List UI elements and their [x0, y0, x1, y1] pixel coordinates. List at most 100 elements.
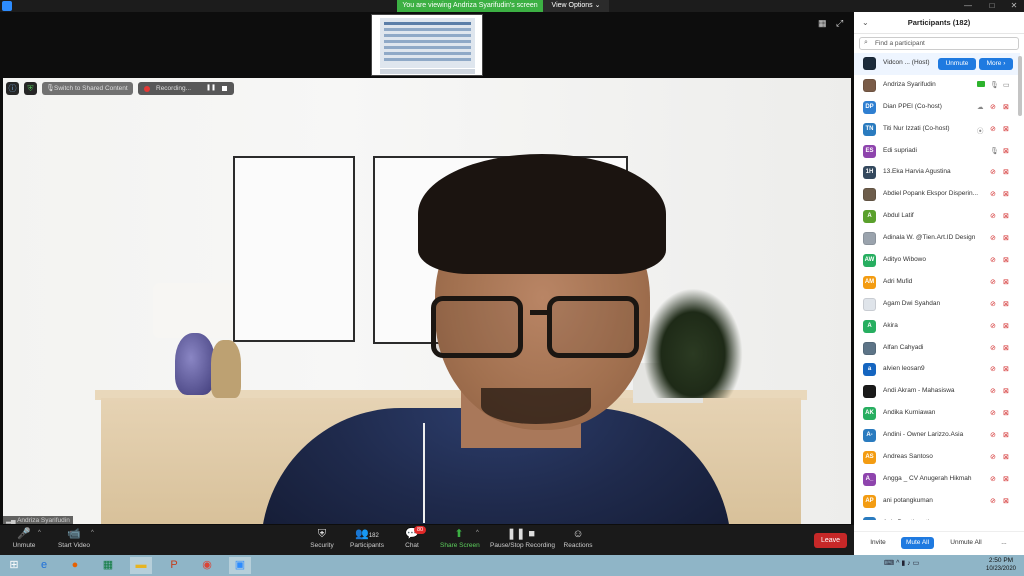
clock-time[interactable]: 2:50 PM — [983, 557, 1019, 564]
camera-off-icon[interactable]: ⊠ — [1003, 147, 1009, 155]
security-button[interactable]: ⛨ Security — [306, 527, 338, 553]
audio-options-chevron-icon[interactable]: ^ — [38, 530, 41, 536]
participant-row[interactable]: Alfan Cahyadi ⊘ ⊠ — [854, 338, 1020, 360]
start-icon[interactable]: ⊞ — [3, 557, 25, 574]
leave-button[interactable]: Leave — [814, 533, 847, 548]
participant-row[interactable]: AP Anis Prastiowati⊘ ⊠ — [854, 513, 1020, 520]
mic-muted-icon[interactable]: ⊘ — [990, 475, 996, 483]
mic-muted-icon[interactable]: ⊘ — [990, 212, 996, 220]
participant-row[interactable]: TN Titi Nur Izzati (Co-host) ⦿ ⊘ ⊠ — [854, 119, 1020, 141]
info-icon[interactable]: ⓘ — [6, 82, 19, 95]
camera-off-icon[interactable]: ⊠ — [1003, 256, 1009, 264]
pause-icon[interactable]: ❚❚ — [206, 85, 216, 92]
participant-row[interactable]: AW Adityo Wibowo ⊘ ⊠ — [854, 250, 1020, 272]
participant-row[interactable]: Abdiel Popank Ekspor Disperin... ⊘ ⊠ — [854, 184, 1020, 206]
stop-icon[interactable] — [222, 86, 227, 91]
participant-row[interactable]: 1H 13.Eka Harvia Agustina ⊘ ⊠ — [854, 162, 1020, 184]
firefox-icon[interactable]: ● — [64, 557, 86, 574]
mic-muted-icon[interactable]: ⊘ — [990, 234, 996, 242]
host-row[interactable]: Vidcon ... (Host) Unmute More › — [854, 53, 1020, 75]
tray-arrow-icon[interactable]: ^ — [896, 560, 899, 567]
mic-muted-icon[interactable]: ⊘ — [990, 344, 996, 352]
participant-row[interactable]: Andi Akram - Mahasiswa ⊘ ⊠ — [854, 381, 1020, 403]
shared-screen-thumbnail[interactable] — [371, 14, 483, 76]
search-input[interactable]: ⌕ Find a participant — [859, 37, 1019, 50]
invite-button[interactable]: Invite — [864, 537, 892, 549]
camera-off-icon[interactable]: ⊠ — [1003, 278, 1009, 286]
participant-row[interactable]: a alvien leosan9 ⊘ ⊠ — [854, 359, 1020, 381]
participant-row[interactable]: A Akira ⊘ ⊠ — [854, 316, 1020, 338]
host-unmute-button[interactable]: Unmute — [938, 58, 976, 70]
mic-muted-icon[interactable]: ⊘ — [990, 256, 996, 264]
participant-row[interactable]: Andriza Syarifudin 🎙 ▭ — [854, 75, 1020, 97]
participant-row[interactable]: AS Andreas Santoso ⊘ ⊠ — [854, 447, 1020, 469]
unmute-all-button[interactable]: Unmute All — [945, 537, 987, 549]
chat-button[interactable]: 💬 80 Chat — [400, 526, 426, 553]
mic-muted-icon[interactable]: ⊘ — [990, 453, 996, 461]
camera-off-icon[interactable]: ⊠ — [1003, 453, 1009, 461]
internet-explorer-icon[interactable]: e — [33, 557, 55, 574]
pause-stop-recording-button[interactable]: ❚❚ ■ Pause/Stop Recording — [490, 527, 555, 553]
mic-muted-icon[interactable]: ⊘ — [990, 190, 996, 198]
camera-off-icon[interactable]: ⊠ — [1003, 103, 1009, 111]
participant-row[interactable]: AM Adri Mufid ⊘ ⊠ — [854, 272, 1020, 294]
mic-on-icon[interactable]: 🎙 — [990, 81, 999, 89]
participant-row[interactable]: A- Andini - Owner Larizzo.Asia ⊘ ⊠ — [854, 425, 1020, 447]
share-options-chevron-icon[interactable]: ^ — [476, 530, 479, 536]
volume-icon[interactable]: ♪ — [907, 560, 911, 567]
video-options-chevron-icon[interactable]: ^ — [91, 530, 94, 536]
participant-row[interactable]: AP ani potangkuman ⊘ ⊠ — [854, 491, 1020, 513]
maximize-button[interactable]: □ — [984, 0, 1000, 12]
camera-off-icon[interactable]: ⊠ — [1003, 212, 1009, 220]
mic-muted-icon[interactable]: ⊘ — [990, 387, 996, 395]
fullscreen-icon[interactable]: ⤢ — [836, 18, 848, 28]
clock-date[interactable]: 10/23/2020 — [983, 566, 1019, 572]
zoom-taskbar-icon[interactable]: ▣ — [229, 557, 251, 574]
unmute-button[interactable]: 🎤 Unmute — [8, 527, 40, 553]
mic-muted-icon[interactable]: ⊘ — [990, 322, 996, 330]
camera-off-icon[interactable]: ⊠ — [1003, 519, 1009, 521]
more-options-button[interactable]: ... — [997, 537, 1011, 549]
mic-muted-icon[interactable]: ⊘ — [990, 365, 996, 373]
camera-off-icon[interactable]: ⊠ — [1003, 431, 1009, 439]
mic-muted-icon[interactable]: ⊘ — [990, 103, 996, 111]
spreadsheet-app-icon[interactable]: ▦ — [97, 557, 119, 574]
gallery-view-icon[interactable]: ▦ — [818, 18, 830, 28]
camera-off-icon[interactable]: ⊠ — [1003, 125, 1009, 133]
camera-off-icon[interactable]: ⊠ — [1003, 234, 1009, 242]
switch-to-shared-content-button[interactable]: 🎙 Switch to Shared Content — [42, 82, 133, 95]
start-video-button[interactable]: 📹 Start Video — [54, 527, 94, 553]
participants-button[interactable]: 👥182 Participants — [348, 527, 386, 553]
camera-off-icon[interactable]: ⊠ — [1003, 475, 1009, 483]
keyboard-icon[interactable]: ⌨ — [884, 560, 894, 567]
mic-muted-icon[interactable]: ⊘ — [990, 278, 996, 286]
camera-off-icon[interactable]: ⊠ — [1003, 497, 1009, 505]
mic-muted-icon[interactable]: ⊘ — [990, 431, 996, 439]
battery-icon[interactable]: ▭ — [913, 560, 920, 567]
camera-off-icon[interactable]: ⊠ — [1003, 409, 1009, 417]
participant-row[interactable]: A Abdul Latif ⊘ ⊠ — [854, 206, 1020, 228]
mic-muted-icon[interactable]: ⊘ — [990, 300, 996, 308]
chrome-icon[interactable]: ◉ — [196, 557, 218, 574]
powerpoint-icon[interactable]: P — [163, 557, 185, 574]
participant-row[interactable]: ES Edi supriadi 🎙 ⊠ — [854, 141, 1020, 163]
participant-row[interactable]: AK Andika Kurniawan ⊘ ⊠ — [854, 403, 1020, 425]
mic-on-icon[interactable]: 🎙 — [990, 147, 999, 155]
mic-muted-icon[interactable]: ⊘ — [990, 519, 996, 521]
camera-off-icon[interactable]: ⊠ — [1003, 190, 1009, 198]
participant-row[interactable]: A_ Angga _ CV Anugerah Hikmah ⊘ ⊠ — [854, 469, 1020, 491]
participant-row[interactable]: Agam Dwi Syahdan ⊘ ⊠ — [854, 294, 1020, 316]
participant-row[interactable]: Adinala W. @Tien.Art.ID Design ⊘ ⊠ — [854, 228, 1020, 250]
camera-off-icon[interactable]: ⊠ — [1003, 365, 1009, 373]
mic-muted-icon[interactable]: ⊘ — [990, 409, 996, 417]
file-explorer-icon[interactable]: ▬ — [130, 557, 152, 574]
mute-all-button[interactable]: Mute All — [901, 537, 934, 549]
list-scrollbar[interactable] — [1018, 56, 1022, 116]
camera-off-icon[interactable]: ⊠ — [1003, 344, 1009, 352]
mic-muted-icon[interactable]: ⊘ — [990, 168, 996, 176]
close-button[interactable]: ✕ — [1006, 0, 1022, 12]
camera-off-icon[interactable]: ⊠ — [1003, 322, 1009, 330]
minimize-button[interactable]: — — [960, 0, 976, 12]
participant-row[interactable]: DP Dian PPEI (Co-host) ☁ ⊘ ⊠ — [854, 97, 1020, 119]
network-icon[interactable]: ▮ — [901, 560, 905, 567]
